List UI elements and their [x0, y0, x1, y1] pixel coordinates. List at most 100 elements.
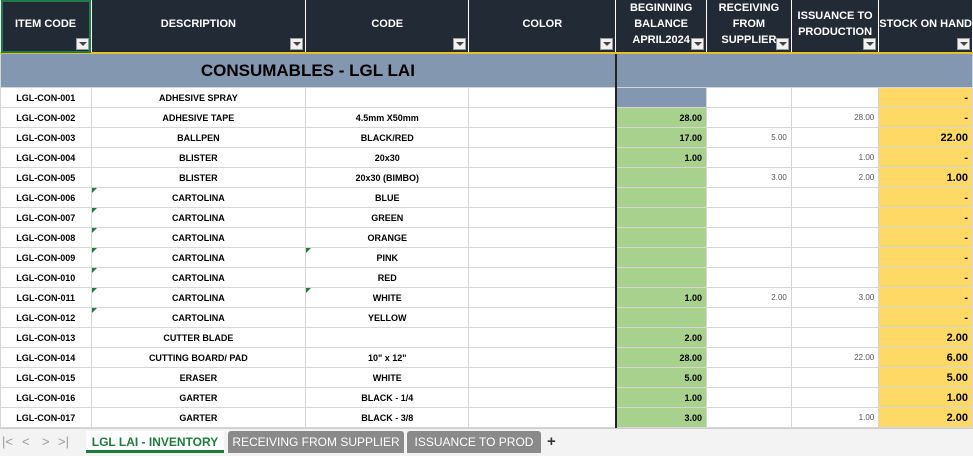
cell-receiving[interactable]: [705, 147, 792, 168]
cell-receiving[interactable]: [705, 307, 792, 328]
cell-item-code[interactable]: LGL-CON-001: [0, 87, 92, 108]
cell-color[interactable]: [468, 367, 617, 388]
cell-stock[interactable]: -: [878, 207, 973, 228]
cell-receiving[interactable]: [705, 267, 792, 288]
add-sheet-button[interactable]: +: [547, 433, 556, 450]
cell-description[interactable]: BALLPEN: [90, 127, 307, 148]
cell-description[interactable]: ADHESIVE SPRAY: [90, 87, 307, 108]
cell-code[interactable]: 20x30: [305, 147, 470, 168]
cell-code[interactable]: WHITE: [305, 367, 470, 388]
cell-beginning[interactable]: 17.00: [615, 127, 707, 148]
cell-stock[interactable]: -: [878, 287, 973, 308]
cell-stock[interactable]: 2.00: [878, 327, 973, 348]
cell-color[interactable]: [468, 387, 617, 408]
cell-receiving[interactable]: [705, 187, 792, 208]
cell-receiving[interactable]: [705, 87, 792, 108]
cell-beginning[interactable]: [615, 307, 707, 328]
cell-item-code[interactable]: LGL-CON-011: [0, 287, 92, 308]
header-beginning-balance[interactable]: BEGINNING BALANCE APRIL2024: [615, 0, 707, 54]
cell-issuance[interactable]: 28.00: [790, 107, 880, 128]
cell-item-code[interactable]: LGL-CON-009: [0, 247, 92, 268]
cell-color[interactable]: [468, 167, 617, 188]
header-stock-on-hand[interactable]: STOCK ON HAND: [878, 0, 973, 54]
cell-description[interactable]: CUTTER BLADE: [90, 327, 307, 348]
cell-receiving[interactable]: [705, 407, 792, 428]
section-fill[interactable]: [615, 52, 973, 88]
cell-code[interactable]: BLUE: [305, 187, 470, 208]
next-sheet-button[interactable]: >: [42, 434, 50, 449]
cell-code[interactable]: [305, 327, 470, 348]
cell-description[interactable]: BLISTER: [90, 167, 307, 188]
cell-code[interactable]: ORANGE: [305, 227, 470, 248]
cell-code[interactable]: 10" x 12": [305, 347, 470, 368]
cell-receiving[interactable]: [705, 207, 792, 228]
cell-beginning[interactable]: [615, 87, 707, 108]
header-description[interactable]: DESCRIPTION: [91, 0, 307, 54]
cell-description[interactable]: CARTOLINA: [90, 287, 307, 308]
cell-description[interactable]: ADHESIVE TAPE: [90, 107, 307, 128]
cell-description[interactable]: GARTER: [90, 387, 307, 408]
cell-description[interactable]: GARTER: [90, 407, 307, 428]
cell-description[interactable]: ERASER: [90, 367, 307, 388]
cell-issuance[interactable]: [790, 207, 880, 228]
cell-issuance[interactable]: [790, 87, 880, 108]
cell-stock[interactable]: -: [878, 227, 973, 248]
cell-description[interactable]: BLISTER: [90, 147, 307, 168]
cell-beginning[interactable]: 1.00: [615, 147, 707, 168]
cell-issuance[interactable]: 22.00: [790, 347, 880, 368]
cell-item-code[interactable]: LGL-CON-008: [0, 227, 92, 248]
header-color[interactable]: COLOR: [468, 0, 617, 54]
cell-code[interactable]: PINK: [305, 247, 470, 268]
cell-code[interactable]: BLACK - 1/4: [305, 387, 470, 408]
cell-code[interactable]: 20x30 (BIMBO): [305, 167, 470, 188]
cell-stock[interactable]: -: [878, 187, 973, 208]
cell-beginning[interactable]: 3.00: [615, 407, 707, 428]
cell-code[interactable]: YELLOW: [305, 307, 470, 328]
cell-issuance[interactable]: [790, 387, 880, 408]
cell-receiving[interactable]: 2.00: [705, 287, 792, 308]
cell-beginning[interactable]: [615, 207, 707, 228]
filter-dropdown-icon[interactable]: [863, 38, 877, 50]
cell-color[interactable]: [468, 307, 617, 328]
cell-item-code[interactable]: LGL-CON-003: [0, 127, 92, 148]
cell-beginning[interactable]: [615, 227, 707, 248]
cell-color[interactable]: [468, 227, 617, 248]
cell-stock[interactable]: 6.00: [878, 347, 973, 368]
cell-issuance[interactable]: 1.00: [790, 407, 880, 428]
cell-color[interactable]: [468, 347, 617, 368]
cell-color[interactable]: [468, 207, 617, 228]
cell-stock[interactable]: -: [878, 147, 973, 168]
cell-color[interactable]: [468, 187, 617, 208]
cell-color[interactable]: [468, 107, 617, 128]
cell-beginning[interactable]: 28.00: [615, 347, 707, 368]
cell-description[interactable]: CUTTING BOARD/ PAD: [90, 347, 307, 368]
prev-sheet-button[interactable]: <: [22, 434, 30, 449]
cell-issuance[interactable]: [790, 127, 880, 148]
tab-lgl-lai-inventory[interactable]: LGL LAI - INVENTORY: [86, 431, 224, 453]
cell-code[interactable]: [305, 87, 470, 108]
cell-item-code[interactable]: LGL-CON-007: [0, 207, 92, 228]
first-sheet-button[interactable]: |<: [2, 434, 13, 449]
cell-receiving[interactable]: [705, 227, 792, 248]
cell-receiving[interactable]: [705, 107, 792, 128]
cell-code[interactable]: GREEN: [305, 207, 470, 228]
cell-stock[interactable]: 1.00: [878, 167, 973, 188]
cell-color[interactable]: [468, 287, 617, 308]
cell-stock[interactable]: -: [878, 307, 973, 328]
cell-item-code[interactable]: LGL-CON-004: [0, 147, 92, 168]
cell-receiving[interactable]: [705, 347, 792, 368]
cell-description[interactable]: CARTOLINA: [90, 267, 307, 288]
cell-color[interactable]: [468, 247, 617, 268]
cell-beginning[interactable]: [615, 187, 707, 208]
cell-receiving[interactable]: [705, 327, 792, 348]
cell-beginning[interactable]: 28.00: [615, 107, 707, 128]
cell-beginning[interactable]: 1.00: [615, 387, 707, 408]
cell-item-code[interactable]: LGL-CON-016: [0, 387, 92, 408]
cell-receiving[interactable]: [705, 247, 792, 268]
cell-stock[interactable]: 22.00: [878, 127, 973, 148]
cell-description[interactable]: CARTOLINA: [90, 187, 307, 208]
cell-item-code[interactable]: LGL-CON-014: [0, 347, 92, 368]
cell-beginning[interactable]: 1.00: [615, 287, 707, 308]
filter-dropdown-icon[interactable]: [290, 38, 304, 50]
cell-issuance[interactable]: 2.00: [790, 167, 880, 188]
